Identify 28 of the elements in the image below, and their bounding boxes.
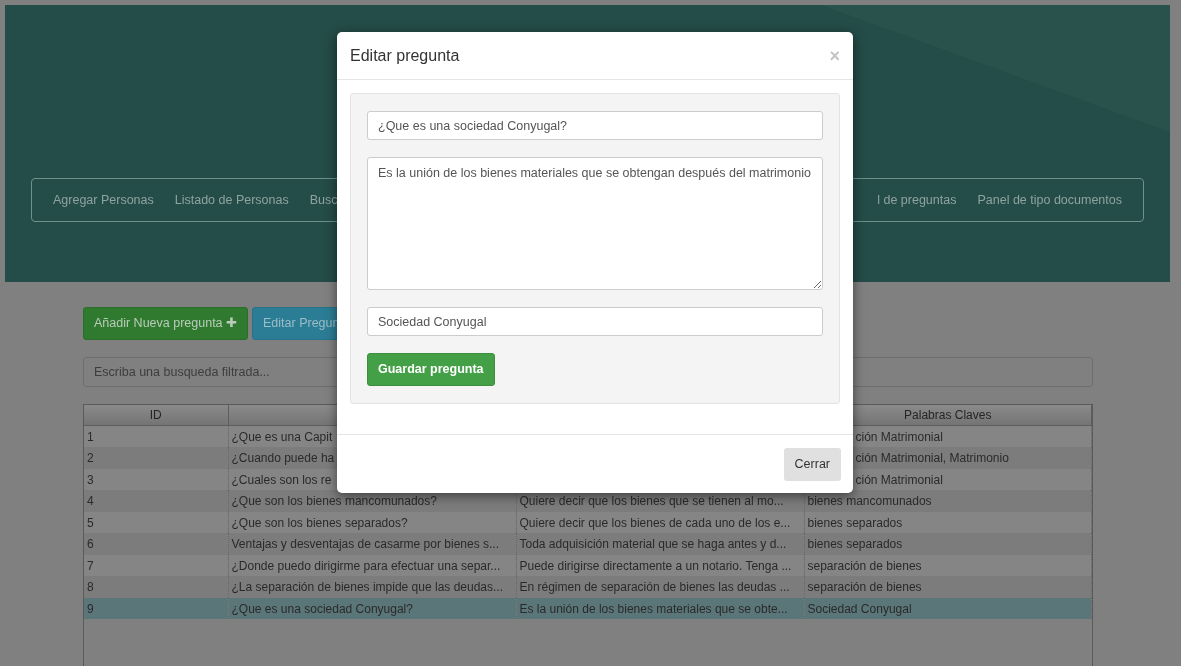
table-cell: En régimen de separación de bienes las deudas ... — [516, 576, 804, 598]
table-cell: separación de bienes — [804, 554, 1092, 577]
table-cell: ¿La separación de bienes impide que las deudas... — [228, 576, 516, 598]
table-cell: 8 — [84, 576, 228, 598]
table-cell: ¿Que es una sociedad Conyugal? — [228, 597, 516, 620]
table-cell: separación de bienes — [804, 576, 1092, 598]
table-cell: Es la unión de los bienes materiales que se obte... — [516, 597, 804, 620]
table-cell: ¿Que son los bienes separados? — [228, 511, 516, 534]
table-cell: 2 — [84, 447, 228, 469]
dialog-title: Editar pregunta — [350, 45, 460, 66]
table-cell: 3 — [84, 468, 228, 491]
table-cell: Puede dirigirse directamente a un notario. Tenga ... — [516, 554, 804, 577]
table-cell: bienes separados — [804, 533, 1092, 555]
table-cell: 6 — [84, 533, 228, 555]
column-header: ID — [84, 404, 228, 426]
table-cell: bienes mancomunados — [804, 490, 1092, 512]
table-cell: Ventajas y desventajas de casarme por bienes s... — [228, 533, 516, 555]
table-cell: ¿Donde puedo dirigirme para efectuar una separ... — [228, 554, 516, 577]
table-cell: 9 — [84, 597, 228, 620]
table-cell: bienes separados — [804, 511, 1092, 534]
table-cell: Sociedad Conyugal — [804, 597, 1092, 620]
table-cell: 1 — [84, 425, 228, 448]
table-cell: Toda adquisición material que se haga antes y d... — [516, 533, 804, 555]
table-cell: 5 — [84, 511, 228, 534]
plus-icon: ✚ — [226, 316, 238, 330]
table-cell: Quiere decir que los bienes de cada uno de los e... — [516, 511, 804, 534]
table-cell: 4 — [84, 490, 228, 512]
table-cell: 7 — [84, 554, 228, 577]
